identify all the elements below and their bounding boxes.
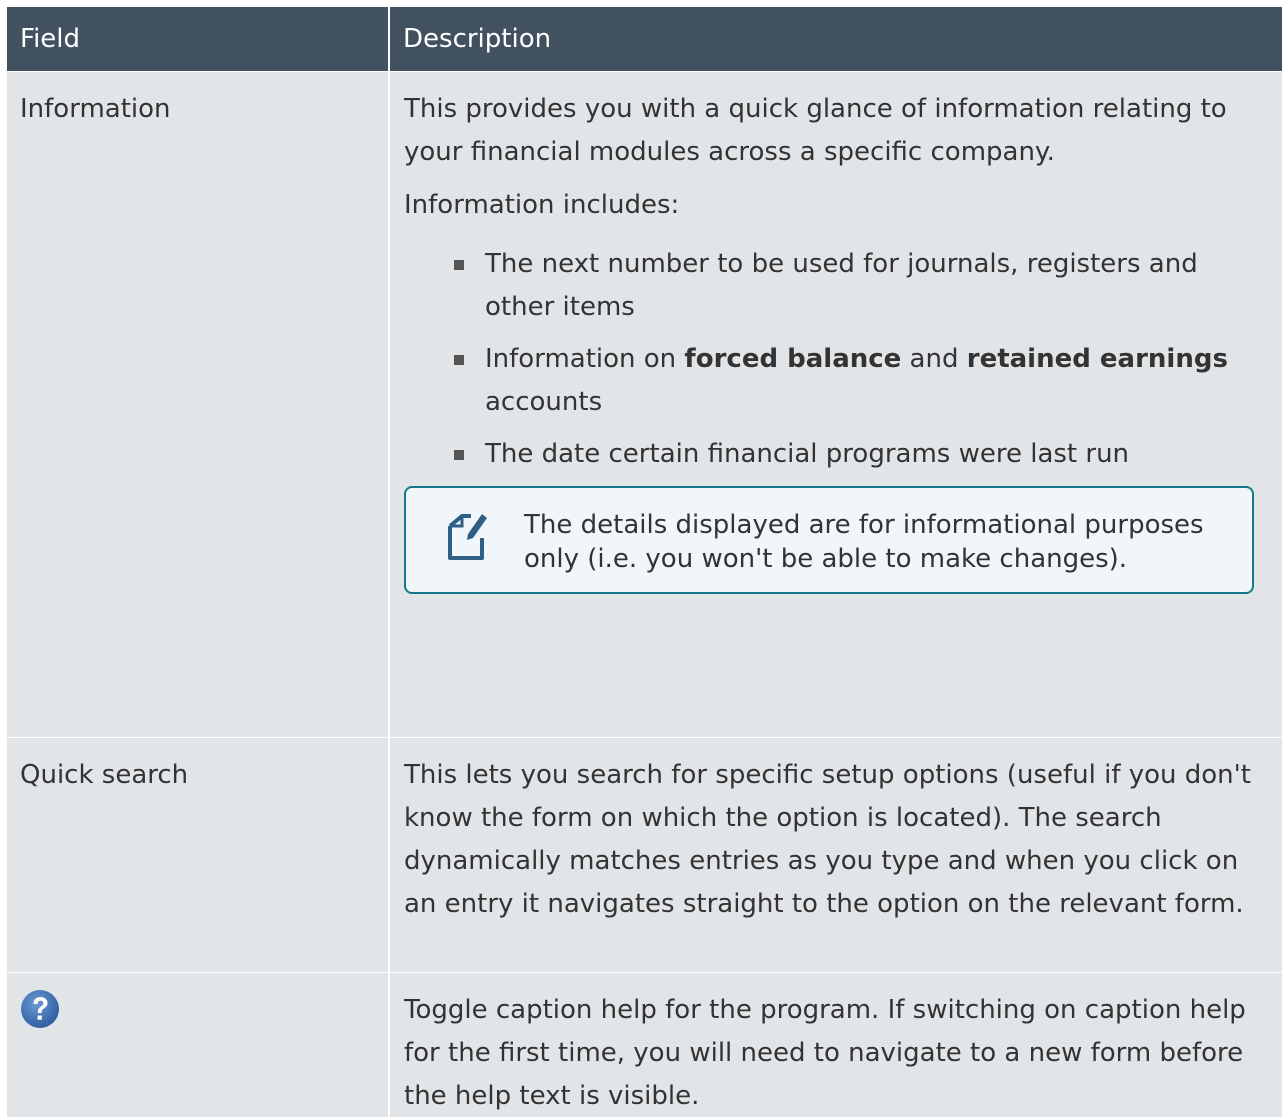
info-list: The next number to be used for journals,… — [404, 243, 1268, 476]
list-item: Information on forced balance and retain… — [452, 338, 1268, 424]
list-item: The date certain financial programs were… — [452, 433, 1268, 476]
bullet-icon — [454, 260, 464, 270]
table-row-information: Information This provides you with a qui… — [7, 72, 1282, 738]
bullet-icon — [454, 450, 464, 460]
bullet-icon — [454, 355, 464, 365]
header-description: Description — [403, 24, 552, 54]
bold-term: forced balance — [684, 344, 902, 374]
list-item-text: and — [901, 344, 967, 374]
description-quick-search: This lets you search for specific setup … — [404, 760, 1252, 919]
question-mark-icon[interactable] — [20, 989, 60, 1029]
table-header: Field Description — [7, 7, 1282, 72]
bold-term: retained earnings — [966, 344, 1228, 374]
description-paragraph: This provides you with a quick glance of… — [404, 94, 1227, 167]
table-row-help: Toggle caption help for the program. If … — [7, 973, 1282, 1117]
fields-table: Field Description Information This provi… — [7, 7, 1282, 1117]
list-item-text: accounts — [485, 387, 603, 417]
list-item-text: Information on — [485, 344, 685, 374]
list-item: The next number to be used for journals,… — [452, 243, 1268, 329]
list-item-text: The date certain financial programs were… — [485, 439, 1130, 469]
field-quick-search: Quick search — [7, 738, 390, 972]
header-field: Field — [7, 7, 390, 71]
description-information: This provides you with a quick glance of… — [390, 72, 1282, 737]
note-edit-icon — [448, 514, 487, 560]
field-help — [7, 973, 390, 1117]
table-row-quick-search: Quick search This lets you search for sp… — [7, 738, 1282, 973]
list-item-text: The next number to be used for journals,… — [485, 249, 1198, 322]
note-text: The details displayed are for informatio… — [524, 510, 1204, 574]
note-box: The details displayed are for informatio… — [404, 486, 1254, 594]
description-paragraph: Information includes: — [404, 190, 680, 220]
description-help: Toggle caption help for the program. If … — [404, 995, 1246, 1111]
field-information: Information — [7, 72, 390, 737]
